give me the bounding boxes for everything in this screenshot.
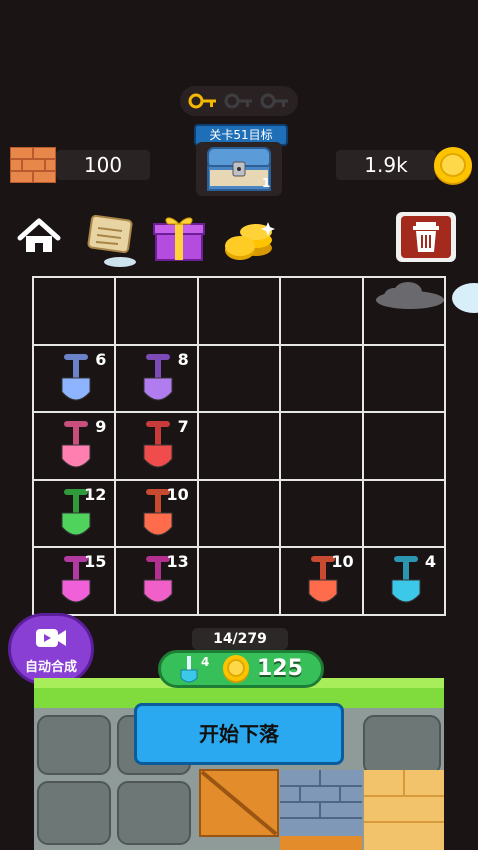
grid-cell[interactable]: 9 <box>34 413 117 481</box>
gray-key-icon <box>260 93 288 109</box>
auto-merge-button[interactable]: 自动合成 <box>8 613 94 685</box>
chest-count: 1 <box>262 176 271 190</box>
shovel-icon <box>61 353 91 401</box>
cost-shovel-count: 4 <box>201 655 210 669</box>
shovel-level: 4 <box>424 552 436 572</box>
grid-cell[interactable]: 6 <box>34 345 117 414</box>
shovel-icon <box>143 421 173 468</box>
cloud-icon <box>376 282 444 309</box>
shovel-level: 15 <box>84 552 107 572</box>
keys-bar <box>180 86 298 116</box>
grid-cell[interactable] <box>198 548 282 616</box>
shovel-level: 10 <box>331 552 354 572</box>
shovel-grid: 6 8 9 7 12 10 15 13 10 4 <box>32 276 446 616</box>
grid-cell[interactable] <box>198 345 282 414</box>
shovel-level: 8 <box>177 349 189 369</box>
shovel-level: 9 <box>95 417 107 437</box>
gift-icon[interactable] <box>152 212 206 262</box>
shovel-level: 12 <box>84 484 107 504</box>
auto-merge-label: 自动合成 <box>24 660 77 675</box>
shovel-level: 7 <box>177 417 189 437</box>
start-drop-button[interactable]: 开始下落 <box>134 703 344 765</box>
grid-cell[interactable] <box>198 278 282 346</box>
coin-stack-icon[interactable] <box>220 212 278 262</box>
grid-cell[interactable] <box>281 278 364 346</box>
brick-count: 100 <box>56 150 150 180</box>
trash-button[interactable] <box>396 212 456 262</box>
progress-counter: 14/279 <box>192 628 288 650</box>
grid-cell[interactable]: 10 <box>281 548 364 616</box>
grid-cell[interactable] <box>281 345 364 414</box>
grid-cell[interactable] <box>281 480 364 549</box>
trash-icon <box>401 216 451 258</box>
coin-icon <box>434 147 472 185</box>
coin-icon <box>223 655 249 683</box>
scroll-icon[interactable] <box>82 212 138 270</box>
shovel-level: 10 <box>166 484 189 504</box>
coin-count: 1.9k <box>336 150 436 180</box>
grid-cell[interactable]: 10 <box>116 480 199 549</box>
grid-cell[interactable]: 12 <box>34 480 117 549</box>
grid-cell[interactable]: 15 <box>34 548 117 616</box>
grid-cell[interactable]: 13 <box>116 548 199 616</box>
brick-icon <box>10 147 56 183</box>
video-icon <box>36 629 66 647</box>
coin-cost: 125 <box>257 656 303 681</box>
grid-cell[interactable] <box>198 480 282 549</box>
grid-cell[interactable]: 7 <box>116 413 199 481</box>
grid-cell[interactable] <box>363 413 446 481</box>
grid-cell[interactable]: 8 <box>116 345 199 414</box>
shovel-level: 13 <box>166 552 189 572</box>
shovel-icon <box>143 353 173 401</box>
gold-key-icon <box>188 93 216 109</box>
grid-cell[interactable] <box>281 413 364 481</box>
cost-pill: 4 125 <box>158 650 324 688</box>
cloud-icon <box>452 283 478 313</box>
grid-cell[interactable] <box>363 480 446 549</box>
shovel-icon <box>391 556 421 603</box>
home-icon[interactable] <box>14 212 64 262</box>
grid-cell[interactable] <box>363 345 446 414</box>
grid-cell[interactable] <box>116 278 199 346</box>
shovel-level: 6 <box>95 349 107 369</box>
gray-key-icon <box>224 93 252 109</box>
grid-cell[interactable]: 4 <box>363 548 446 616</box>
shovel-icon <box>61 421 91 468</box>
shovel-icon <box>180 656 198 683</box>
grid-cell[interactable] <box>198 413 282 481</box>
grid-cell[interactable] <box>34 278 117 346</box>
